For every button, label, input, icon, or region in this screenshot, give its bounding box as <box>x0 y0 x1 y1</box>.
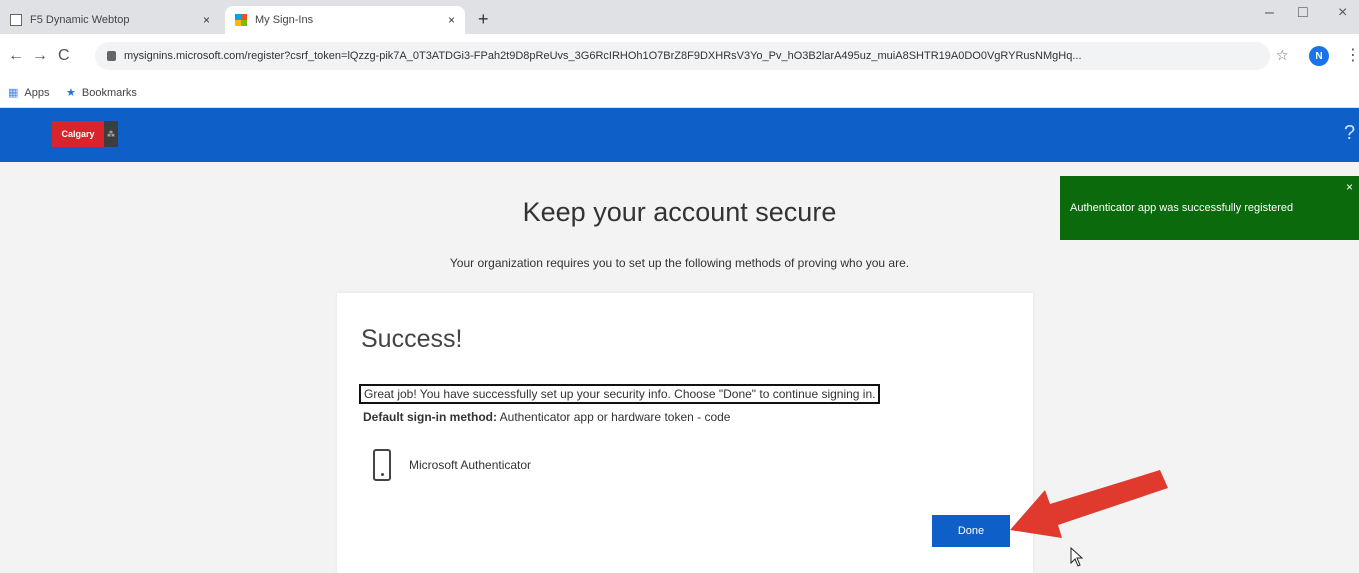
organization-logo[interactable]: Calgary ⁂ <box>52 121 118 147</box>
mouse-cursor-icon <box>1070 547 1084 567</box>
close-tab-icon[interactable]: × <box>203 13 210 27</box>
browser-menu-icon[interactable]: ⋮ <box>1345 45 1359 65</box>
maximize-button[interactable]: □ <box>1298 4 1308 22</box>
default-method-label: Default sign-in method: <box>363 410 497 424</box>
close-window-button[interactable]: × <box>1338 4 1347 22</box>
auth-method-item: Microsoft Authenticator <box>373 449 531 481</box>
browser-toolbar: ← → C mysignins.microsoft.com/register?c… <box>0 34 1359 78</box>
page-icon <box>10 14 22 26</box>
site-header: Calgary ⁂ ? <box>0 108 1359 162</box>
default-sign-in-method: Default sign-in method: Authenticator ap… <box>363 410 730 424</box>
minimize-button[interactable]: – <box>1265 4 1274 22</box>
close-toast-icon[interactable]: × <box>1346 180 1353 194</box>
done-button[interactable]: Done <box>932 515 1010 547</box>
bookmark-label: Bookmarks <box>81 86 137 99</box>
microsoft-logo-icon <box>235 14 247 26</box>
success-message: Great job! You have successfully set up … <box>359 384 881 404</box>
default-method-value: Authenticator app or hardware token - co… <box>499 410 731 424</box>
reload-button[interactable]: C <box>58 47 70 65</box>
arrow-shape <box>1010 470 1168 538</box>
star-icon: ★ <box>66 87 76 99</box>
success-card: Success! Great job! You have successfull… <box>337 293 1033 573</box>
browser-tab-bar: F5 Dynamic Webtop × My Sign-Ins × + – □ … <box>0 0 1359 34</box>
tab-title: F5 Dynamic Webtop <box>30 14 130 26</box>
bookmark-apps[interactable]: ▦ Apps <box>8 86 50 100</box>
tab-my-sign-ins[interactable]: My Sign-Ins × <box>225 6 465 34</box>
bookmark-bookmarks[interactable]: ★ Bookmarks <box>66 86 137 100</box>
forward-button[interactable]: → <box>32 47 48 65</box>
logo-text: Calgary <box>52 121 104 147</box>
success-toast: Authenticator app was successfully regis… <box>1060 176 1359 240</box>
success-heading: Success! <box>361 325 463 353</box>
tab-f5-dynamic-webtop[interactable]: F5 Dynamic Webtop × <box>0 6 220 34</box>
help-icon[interactable]: ? <box>1344 122 1355 145</box>
address-bar[interactable]: mysignins.microsoft.com/register?csrf_to… <box>95 42 1270 70</box>
logo-mark-icon: ⁂ <box>104 121 118 147</box>
bookmark-label: Apps <box>24 86 50 99</box>
page-subtitle: Your organization requires you to set up… <box>449 256 910 270</box>
tab-title: My Sign-Ins <box>255 14 314 26</box>
close-tab-icon[interactable]: × <box>448 13 455 27</box>
url-text: mysignins.microsoft.com/register?csrf_to… <box>124 50 1082 62</box>
back-button[interactable]: ← <box>8 47 24 65</box>
lock-icon <box>107 51 116 61</box>
phone-icon <box>373 449 391 481</box>
bookmarks-bar: ▦ Apps ★ Bookmarks <box>0 78 1359 108</box>
bookmark-star-icon[interactable]: ☆ <box>1276 47 1289 64</box>
profile-avatar[interactable]: N <box>1309 46 1329 66</box>
apps-grid-icon: ▦ <box>8 87 19 99</box>
new-tab-button[interactable]: + <box>478 9 489 30</box>
toast-message: Authenticator app was successfully regis… <box>1070 202 1294 214</box>
red-arrow-annotation <box>1010 470 1168 538</box>
method-name: Microsoft Authenticator <box>409 458 532 472</box>
